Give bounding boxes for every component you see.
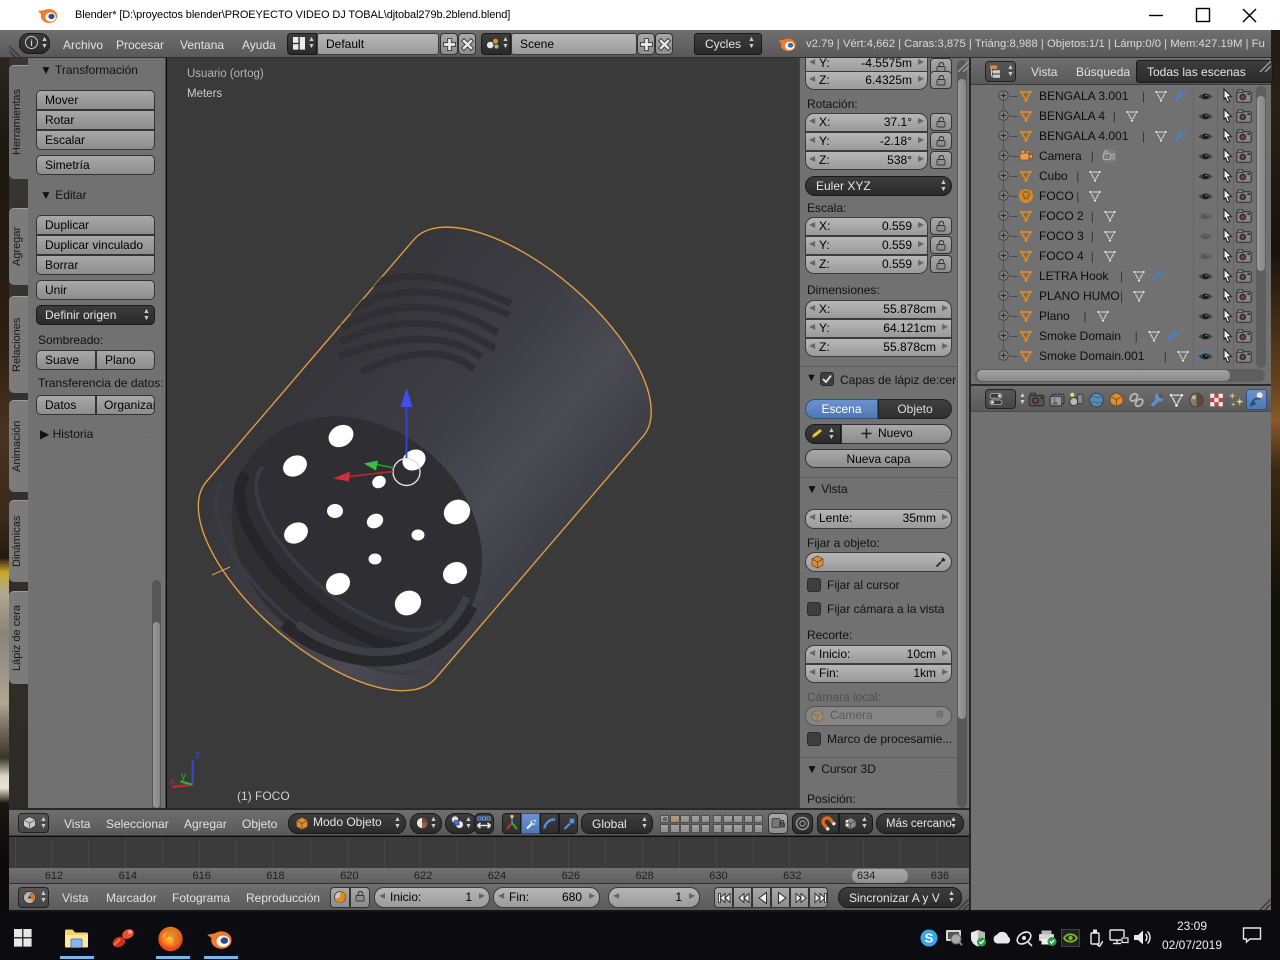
svg-text:z: z	[195, 750, 200, 761]
svg-text:S: S	[925, 931, 934, 946]
svg-text:(1) FOCO: (1) FOCO	[237, 789, 290, 803]
svg-text:Meters: Meters	[187, 88, 222, 100]
svg-text:x: x	[170, 776, 175, 787]
svg-text:y: y	[181, 771, 186, 782]
svg-text:Usuario (ortog): Usuario (ortog)	[187, 68, 264, 80]
